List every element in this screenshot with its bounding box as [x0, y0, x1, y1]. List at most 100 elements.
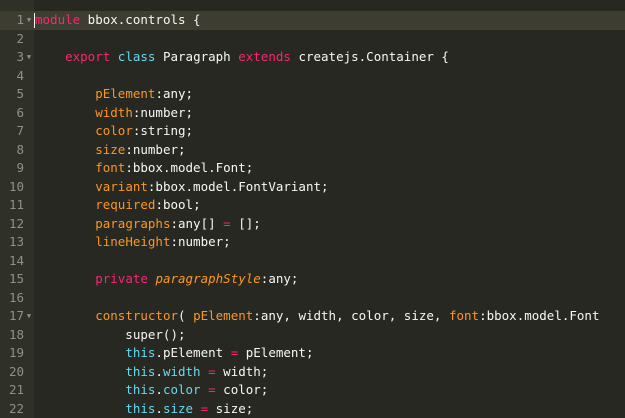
line-code: this.size = size; [35, 400, 253, 418]
code-line[interactable]: 12 paragraphs:any[] = []; [0, 215, 625, 234]
line-number: 19 [8, 345, 24, 360]
code-line[interactable]: 22 this.size = size; [0, 400, 625, 418]
line-number: 18 [8, 326, 24, 342]
code-token: :bool; [155, 197, 201, 212]
code-token: export [65, 49, 111, 64]
code-lines[interactable]: 1 ▼ module bbox.controls {2 3 ▼ export class… [0, 11, 625, 418]
code-line[interactable]: 1 ▼ module bbox.controls { [0, 11, 625, 30]
code-token: pElement; [238, 345, 314, 360]
code-token: size [162, 400, 194, 416]
code-line[interactable]: 20 this.width = width; [0, 363, 625, 382]
code-line[interactable]: 3 ▼ export class Paragraph extends create… [0, 48, 625, 67]
code-line[interactable]: 6 width:number; [0, 104, 625, 123]
code-token: extends [238, 49, 291, 64]
code-token: color; [215, 382, 269, 397]
line-number: 6 [16, 104, 24, 120]
code-token: required [95, 197, 156, 212]
code-token: this [125, 382, 156, 397]
code-token: :bbox.model.Font; [125, 160, 254, 175]
fold-arrow-icon[interactable]: ▼ [25, 48, 33, 67]
line-number: 2 [16, 30, 24, 46]
line-code: variant:bbox.model.FontVariant; [35, 178, 328, 197]
code-token: color [95, 123, 133, 138]
line-code: font:bbox.model.Font; [35, 159, 253, 178]
code-token: this [125, 363, 156, 379]
code-line[interactable]: 16 [0, 289, 625, 308]
code-line[interactable]: 21 this.color = color; [0, 381, 625, 400]
code-token: = [208, 363, 216, 379]
code-token: createjs.Container { [290, 49, 449, 64]
fold-arrow-icon[interactable]: ▼ [25, 307, 33, 326]
code-line[interactable]: 14 [0, 252, 625, 271]
code-line[interactable]: 7 color:string; [0, 122, 625, 141]
code-line[interactable]: 10 variant:bbox.model.FontVariant; [0, 178, 625, 197]
code-editor[interactable]: 1 ▼ module bbox.controls {2 3 ▼ export class… [0, 0, 625, 418]
line-code: pElement:any; [35, 85, 193, 104]
line-code: this.width = width; [35, 363, 268, 382]
line-code: private paragraphStyle:any; [35, 270, 298, 289]
code-line[interactable]: 8 size:number; [0, 141, 625, 160]
code-token: private [95, 271, 148, 286]
code-line[interactable]: 2 [0, 30, 625, 49]
code-token: paragraphs [95, 215, 171, 231]
code-token: :any, width, color, size, [253, 308, 449, 323]
code-token: size [95, 141, 126, 157]
code-token: width; [215, 363, 269, 379]
fold-arrow-icon[interactable]: ▼ [25, 11, 33, 30]
code-token: :number; [170, 234, 231, 249]
code-token: width [95, 104, 133, 120]
code-token: size; [208, 400, 254, 416]
line-code: width:number; [35, 104, 193, 123]
code-token: :any; [260, 271, 299, 286]
line-code: module bbox.controls { [35, 11, 201, 30]
line-code: paragraphs:any[] = []; [35, 215, 261, 234]
code-line[interactable]: 4 [0, 67, 625, 86]
code-token: pElement [95, 86, 156, 101]
code-token: module [35, 12, 81, 27]
code-token: . [155, 363, 163, 379]
line-number: 21 [8, 382, 24, 397]
line-number: 1 [16, 12, 24, 27]
line-number: 10 [8, 178, 24, 194]
line-number: 14 [8, 252, 24, 268]
line-number: 12 [8, 215, 24, 231]
code-line[interactable]: 13 lineHeight:number; [0, 233, 625, 252]
code-token: constructor [95, 308, 179, 323]
code-line[interactable]: 19 this.pElement = pElement; [0, 344, 625, 363]
code-token: = [208, 382, 216, 397]
line-number: 9 [16, 160, 24, 175]
code-line[interactable]: 15 private paragraphStyle:any; [0, 270, 625, 289]
line-code: constructor( pElement:any, width, color,… [35, 307, 599, 326]
code-token: pElement [193, 308, 254, 323]
code-line[interactable]: 11 required:bool; [0, 196, 625, 215]
code-token: color [162, 382, 201, 397]
line-number: 17 [8, 308, 24, 323]
code-token: super(); [35, 326, 186, 342]
code-token: bbox.controls { [80, 12, 201, 27]
code-token: :any; [155, 86, 194, 101]
code-line[interactable]: 5 pElement:any; [0, 85, 625, 104]
line-number: 13 [8, 234, 24, 249]
line-number: 3 [16, 49, 24, 64]
code-token: ( [178, 308, 194, 323]
code-token: :any[] [170, 215, 224, 231]
line-number: 16 [8, 289, 24, 305]
code-token: :number; [132, 104, 194, 120]
code-token: . [155, 400, 163, 416]
line-number: 8 [16, 141, 24, 157]
code-token: :number; [125, 141, 186, 157]
code-token: font [448, 308, 480, 323]
code-line[interactable]: 18 super(); [0, 326, 625, 345]
code-token: = [200, 400, 209, 416]
code-line[interactable]: 17 ▼ constructor( pElement:any, width, co… [0, 307, 625, 326]
code-token: Paragraph [155, 49, 239, 64]
code-line[interactable]: 9 font:bbox.model.Font; [0, 159, 625, 178]
